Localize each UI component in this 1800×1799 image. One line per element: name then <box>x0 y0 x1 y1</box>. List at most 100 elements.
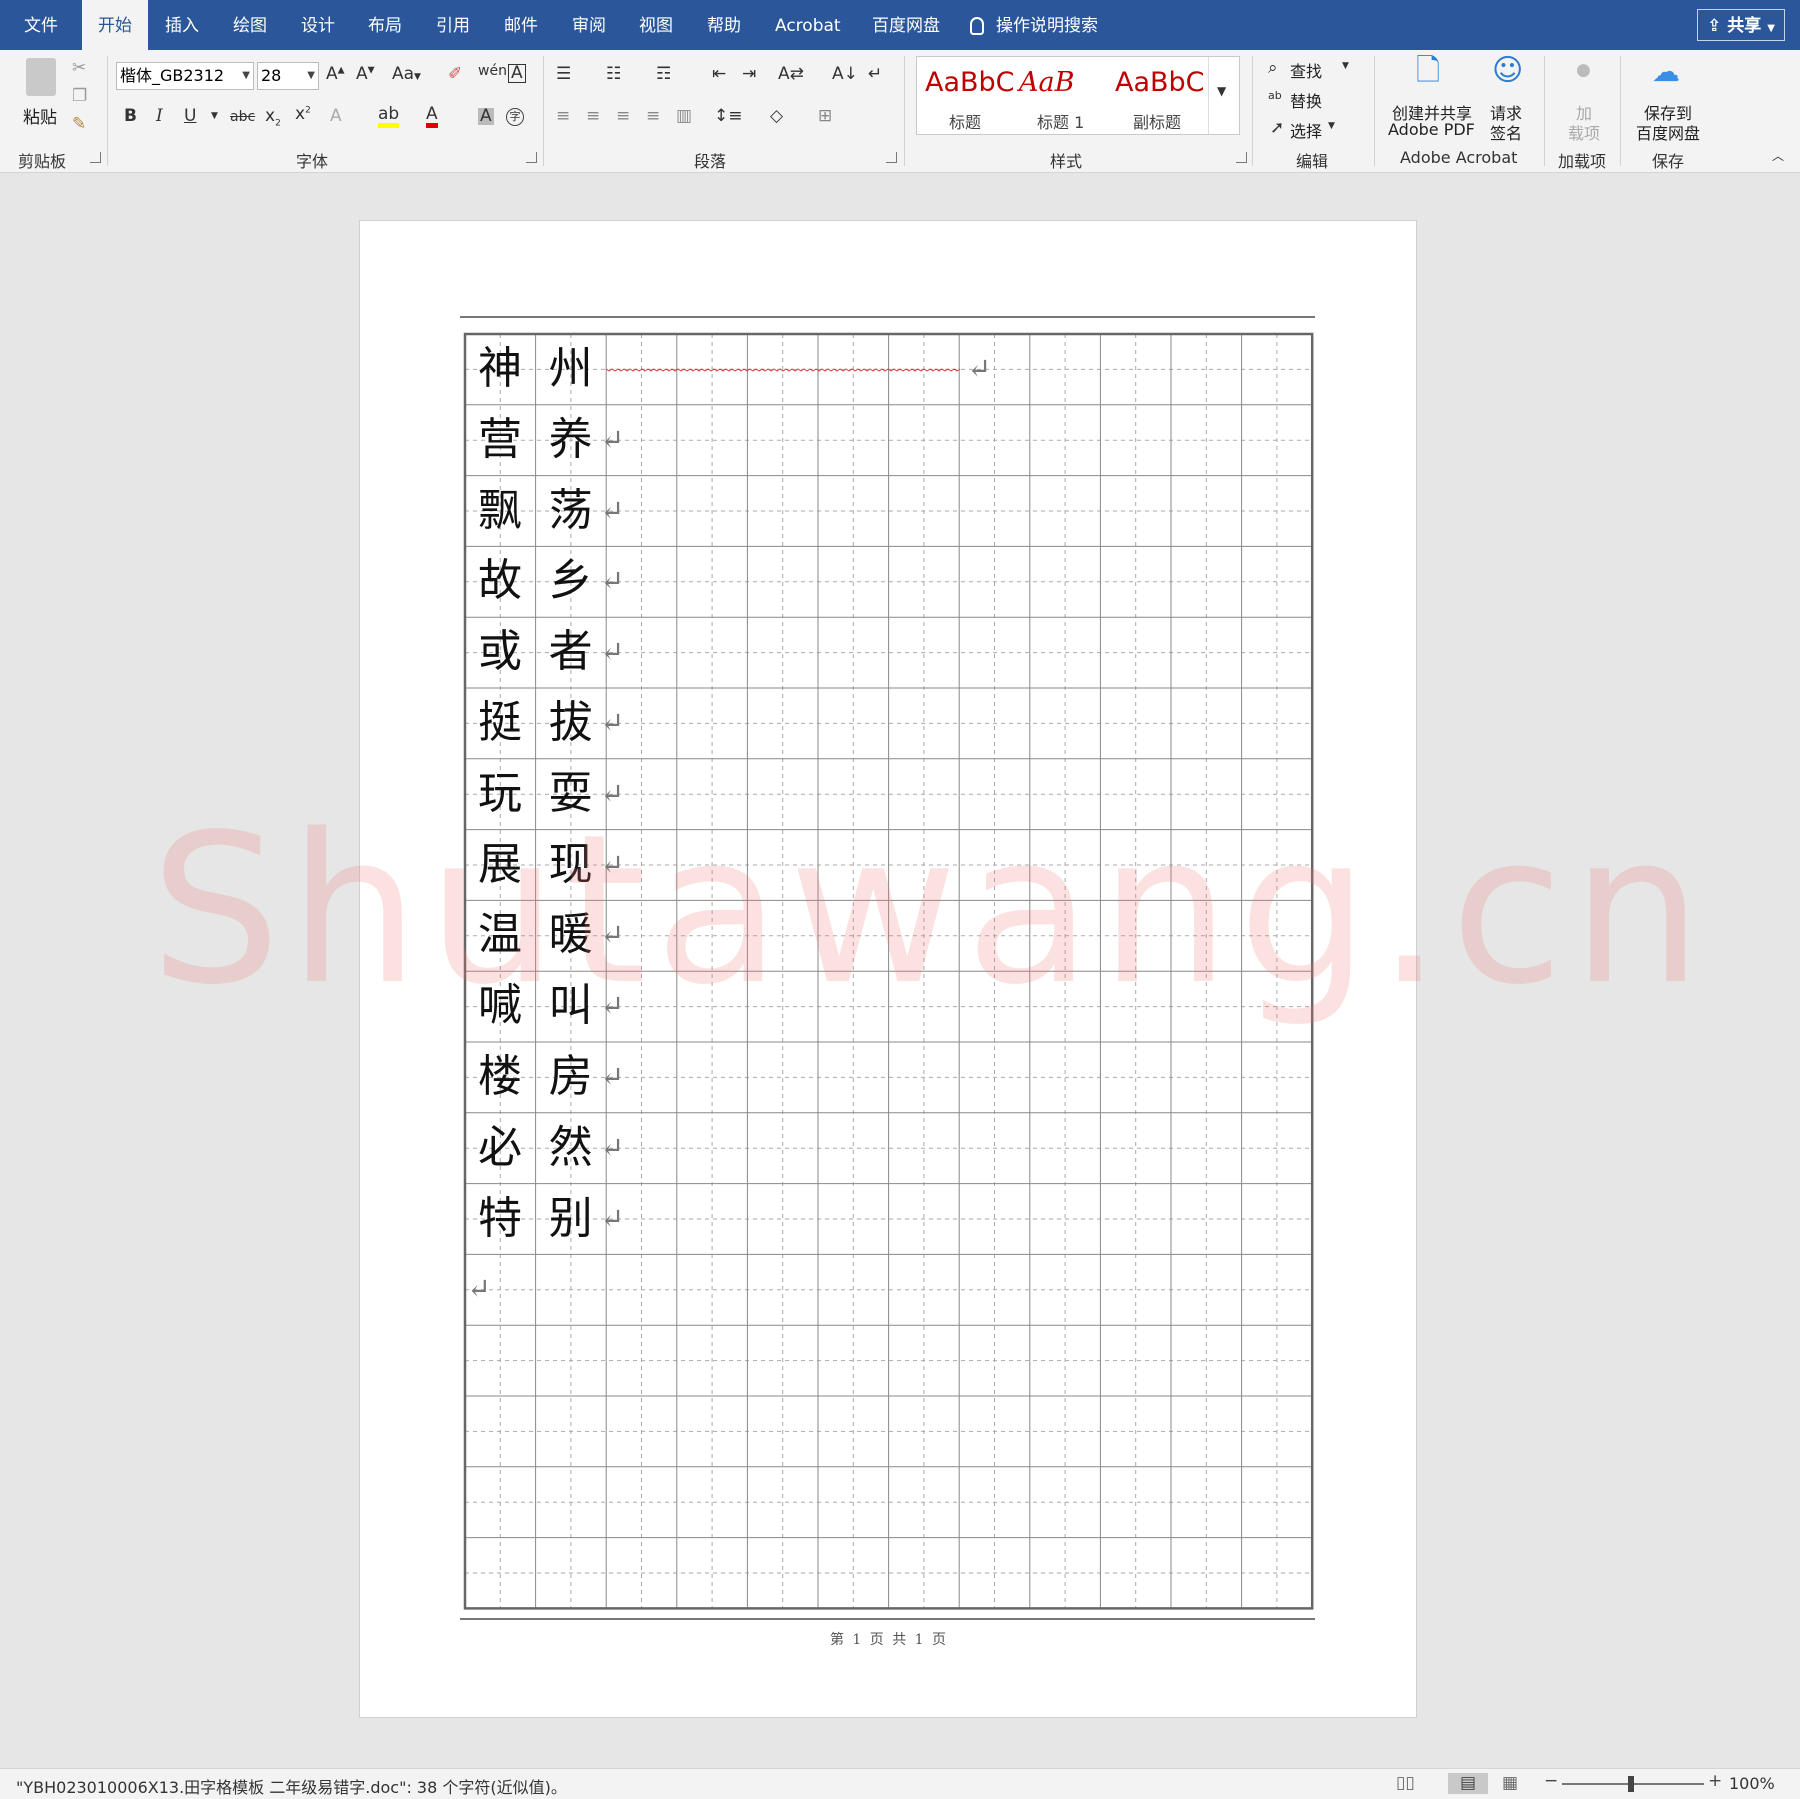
pdf-share-icon: 🗋 <box>1416 53 1441 88</box>
zoom-slider[interactable] <box>1562 1776 1704 1792</box>
align-left-icon[interactable]: ≡ <box>556 108 570 125</box>
justify-icon[interactable]: ≡ <box>646 108 660 125</box>
tab-review[interactable]: 审阅 <box>572 0 606 50</box>
decrease-indent-icon[interactable]: ⇤ <box>712 66 726 83</box>
hanzi-character: 楼 <box>478 1051 522 1102</box>
tab-acrobat[interactable]: Acrobat <box>775 0 841 50</box>
addins-button[interactable]: ● 加 载项 <box>1558 54 1608 144</box>
cut-icon[interactable]: ✂ <box>72 60 86 77</box>
clear-formatting-icon[interactable]: ✐ <box>448 66 462 83</box>
zoom-in-icon[interactable]: + <box>1708 1773 1722 1790</box>
borders-icon[interactable]: ⊞ <box>818 108 832 125</box>
tab-draw[interactable]: 绘图 <box>233 0 267 50</box>
tab-mailings[interactable]: 邮件 <box>504 0 538 50</box>
clipboard-group-label: 剪贴板 <box>18 152 67 171</box>
share-icon: ⇪ <box>1707 16 1722 36</box>
chevron-down-icon[interactable]: ▼ <box>211 112 218 121</box>
read-mode-icon[interactable]: ▯▯ <box>1396 1775 1415 1792</box>
tab-design[interactable]: 设计 <box>301 0 335 50</box>
paragraph-mark-icon: ↵ <box>467 1272 491 1306</box>
tab-view[interactable]: 视图 <box>639 0 673 50</box>
collapse-ribbon-icon[interactable]: ︿ <box>1772 150 1784 162</box>
bold-icon[interactable]: B <box>124 108 137 125</box>
hanzi-character: 特 <box>478 1192 522 1244</box>
subscript-icon[interactable]: x2 <box>265 107 281 128</box>
style-name: 标题 <box>949 113 982 132</box>
save-to-baidu-button[interactable]: ☁ 保存到 百度网盘 <box>1632 54 1708 144</box>
tell-me-search[interactable]: 操作说明搜索 <box>970 0 1098 50</box>
character-border-icon[interactable]: A <box>508 64 526 83</box>
hanzi-character: 必 <box>478 1121 522 1173</box>
paragraph-launcher-icon[interactable] <box>886 152 897 163</box>
tab-baidu-netdisk[interactable]: 百度网盘 <box>872 0 940 50</box>
sort-icon[interactable]: A↓ <box>832 66 858 83</box>
font-size-combo[interactable]: 28 ▼ <box>257 62 319 90</box>
enclose-character-icon[interactable]: 字 <box>506 108 524 126</box>
document-page[interactable]: 神州 ↵ 营养 ↵ 飘荡 ↵ 故乡 ↵ 或者 ↵ 挺拔 ↵ 玩耍 ↵ 展现 ↵ 温暖 ↵ 喊叫 ↵ 楼房 ↵ 必然 ↵ 特别 ↵ ↵… <box>359 220 1417 1718</box>
paste-button[interactable]: 粘贴 <box>18 56 68 136</box>
hanzi-character: 玩 <box>478 767 522 819</box>
phonetic-guide-icon[interactable]: wén <box>478 64 507 78</box>
replace-label: 替换 <box>1290 92 1323 111</box>
hanzi-character: 挺 <box>478 697 522 748</box>
text-direction-icon[interactable]: A⇄ <box>778 66 804 83</box>
request-signature-button[interactable]: ☺ 请求 签名 <box>1484 54 1530 144</box>
paragraph-mark-icon: ↵ <box>600 989 624 1023</box>
italic-icon[interactable]: I <box>156 108 163 125</box>
acrobat-group-label: Adobe Acrobat <box>1400 148 1518 167</box>
share-button[interactable]: ⇪ 共享 ▼ <box>1697 9 1785 41</box>
copy-icon[interactable]: ❐ <box>72 88 87 105</box>
tab-home[interactable]: 开始 <box>82 0 148 50</box>
character-shading-icon[interactable]: A <box>478 108 494 125</box>
align-center-icon[interactable]: ≡ <box>586 108 600 125</box>
underline-icon[interactable]: U <box>184 108 196 125</box>
align-right-icon[interactable]: ≡ <box>616 108 630 125</box>
change-case-button[interactable]: Aa▼ <box>392 66 421 83</box>
font-color-icon[interactable]: A <box>426 106 438 128</box>
zoom-percent[interactable]: 100% <box>1729 1774 1775 1793</box>
zoom-slider-thumb[interactable] <box>1628 1776 1634 1792</box>
shrink-font-icon[interactable]: A▼ <box>356 66 375 83</box>
style-title[interactable]: AaBbC 标题 <box>917 57 1015 134</box>
styles-launcher-icon[interactable] <box>1236 152 1247 163</box>
text-effects-icon[interactable]: A <box>330 108 342 125</box>
style-gallery: AaBbC 标题 AaB 标题 1 AaBbC 副标题 ▼ <box>916 56 1240 135</box>
tab-file[interactable]: 文件 <box>24 0 58 50</box>
style-sample: AaBbC <box>925 67 1015 98</box>
tab-references[interactable]: 引用 <box>436 0 470 50</box>
line-spacing-icon[interactable]: ↕≡ <box>714 108 743 125</box>
bullets-icon[interactable]: ☰ <box>556 66 571 83</box>
superscript-icon[interactable]: x2 <box>295 106 311 123</box>
group-separator <box>1620 56 1621 166</box>
numbering-icon[interactable]: ☷ <box>606 66 621 83</box>
style-heading-1[interactable]: AaB 标题 1 <box>1013 57 1109 134</box>
font-name-combo[interactable]: 楷体_GB2312 ▼ <box>116 62 254 90</box>
style-subtitle[interactable]: AaBbC 副标题 <box>1109 57 1205 134</box>
create-pdf-button[interactable]: 🗋 创建并共享 Adobe PDF <box>1386 54 1476 142</box>
distributed-icon[interactable]: ▥ <box>676 108 692 125</box>
print-layout-icon[interactable]: ▤ <box>1448 1773 1489 1794</box>
strikethrough-icon[interactable]: abc <box>230 110 255 124</box>
tab-layout[interactable]: 布局 <box>368 0 402 50</box>
highlight-icon[interactable]: ab <box>378 106 400 128</box>
format-painter-icon[interactable]: ✎ <box>72 116 86 133</box>
multilevel-list-icon[interactable]: ☶ <box>656 66 671 83</box>
show-marks-icon[interactable]: ↵ <box>868 66 882 83</box>
font-launcher-icon[interactable] <box>526 152 537 163</box>
font-group-label: 字体 <box>296 152 329 171</box>
group-separator <box>1374 56 1375 166</box>
hanzi-character: 故 <box>478 555 522 607</box>
grow-font-icon[interactable]: A▲ <box>326 66 345 83</box>
tab-help[interactable]: 帮助 <box>707 0 741 50</box>
cursor-icon: ➚ <box>1270 118 1285 138</box>
ribbon-tab-bar: 文件 开始 插入 绘图 设计 布局 引用 邮件 审阅 视图 帮助 Acrobat… <box>0 0 1800 50</box>
tab-insert[interactable]: 插入 <box>165 0 199 50</box>
shading-icon[interactable]: ◇ <box>770 108 783 125</box>
addins-icon: ● <box>1576 60 1591 80</box>
zoom-out-icon[interactable]: − <box>1544 1773 1558 1790</box>
addins-line2: 载项 <box>1568 124 1601 143</box>
style-gallery-scroll[interactable]: ▼ <box>1208 57 1239 134</box>
clipboard-launcher-icon[interactable] <box>90 152 101 163</box>
increase-indent-icon[interactable]: ⇥ <box>742 66 756 83</box>
web-layout-icon[interactable]: ▦ <box>1502 1775 1518 1792</box>
